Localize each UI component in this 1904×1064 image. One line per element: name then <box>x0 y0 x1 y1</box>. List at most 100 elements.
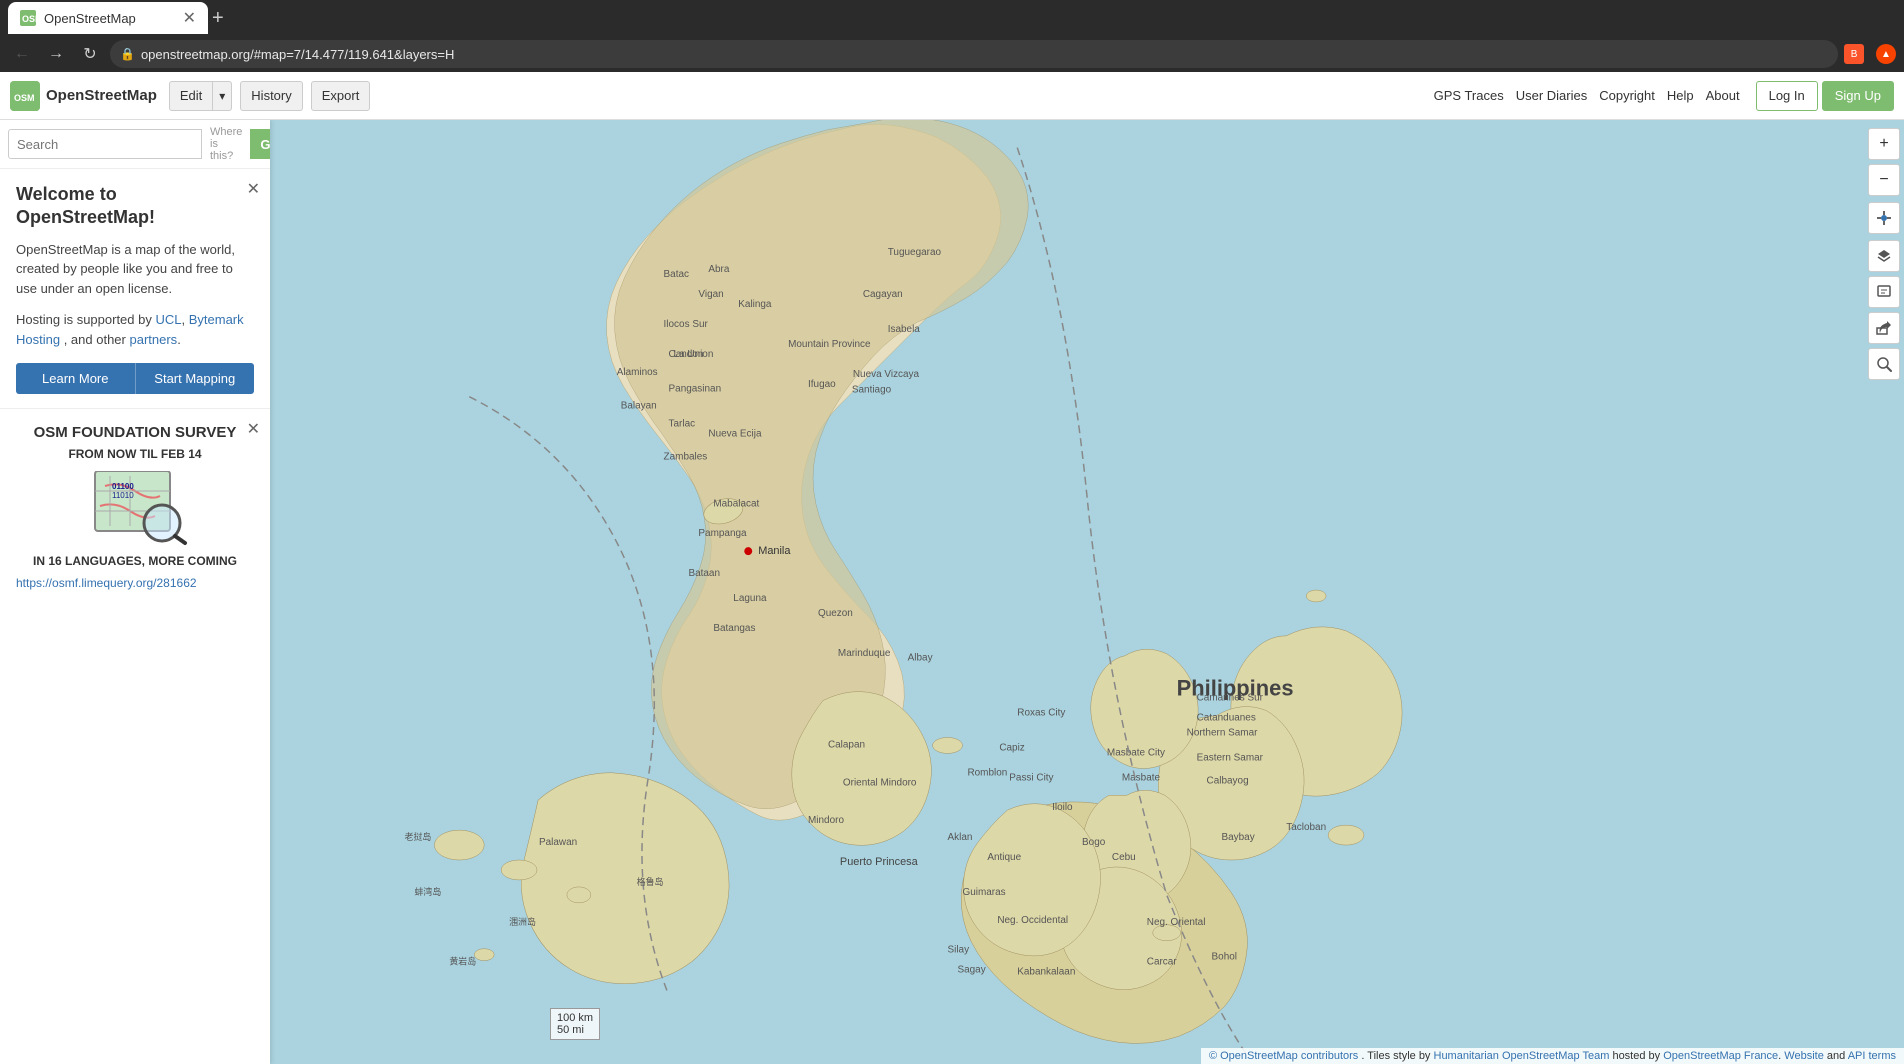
hosting-and: , and other <box>64 332 126 347</box>
svg-text:Sagay: Sagay <box>957 965 985 976</box>
export-button[interactable]: Export <box>311 81 371 111</box>
svg-text:Mabalacat: Mabalacat <box>713 498 759 509</box>
scale-bar: 100 km 50 mi <box>550 1008 600 1040</box>
panel-actions: Learn More Start Mapping <box>16 363 254 394</box>
copyright-link[interactable]: Copyright <box>1599 88 1655 103</box>
tab-favicon: OSM <box>20 10 36 26</box>
search-go-button[interactable]: Go <box>250 129 270 159</box>
survey-image: 01100 11010 <box>90 471 190 546</box>
history-button[interactable]: History <box>240 81 302 111</box>
query-button[interactable] <box>1868 348 1900 380</box>
map-svg: Philippines Manila Tuguegarao Cagayan Ab… <box>270 120 1904 1064</box>
reload-button[interactable]: ↻ <box>76 40 104 68</box>
svg-text:Marinduque: Marinduque <box>838 648 891 659</box>
svg-text:Zambales: Zambales <box>664 451 708 462</box>
forward-button[interactable]: → <box>42 40 70 68</box>
osm-france-link[interactable]: OpenStreetMap France <box>1663 1050 1778 1062</box>
svg-text:Ilocos Sur: Ilocos Sur <box>664 319 709 330</box>
survey-link[interactable]: https://osmf.limequery.org/281662 <box>16 576 254 590</box>
gps-traces-link[interactable]: GPS Traces <box>1434 88 1504 103</box>
svg-text:Camarines Sur: Camarines Sur <box>1197 693 1264 704</box>
brave-shield-icon[interactable]: B <box>1844 44 1864 64</box>
share-button[interactable] <box>1868 312 1900 344</box>
hosting-prefix: Hosting is supported by <box>16 312 152 327</box>
login-button[interactable]: Log In <box>1756 81 1818 111</box>
survey-date: FROM NOW TIL FEB 14 <box>16 447 254 461</box>
hot-link[interactable]: Humanitarian OpenStreetMap Team <box>1434 1050 1610 1062</box>
svg-text:Candon: Candon <box>669 349 704 360</box>
hosting-period: . <box>177 332 181 347</box>
osm-logo-icon: OSM <box>10 81 40 111</box>
zoom-out-button[interactable]: − <box>1868 164 1900 196</box>
new-tab-button[interactable]: + <box>212 7 224 30</box>
svg-text:Palawan: Palawan <box>539 837 577 848</box>
svg-text:Iloilo: Iloilo <box>1052 802 1073 813</box>
signup-button[interactable]: Sign Up <box>1822 81 1894 111</box>
edit-dropdown-button[interactable]: ▾ <box>213 81 232 111</box>
osm-contributors-link[interactable]: © OpenStreetMap contributors <box>1209 1050 1358 1062</box>
attribution-osm: © OpenStreetMap contributors . Tiles sty… <box>1209 1050 1896 1062</box>
survey-subtitle: IN 16 LANGUAGES, MORE COMING <box>16 554 254 568</box>
hosting-text: Hosting is supported by UCL, Bytemark Ho… <box>16 310 254 349</box>
search-where-text[interactable]: Where is this? <box>210 126 242 162</box>
back-button[interactable]: ← <box>8 40 36 68</box>
svg-text:Mountain Province: Mountain Province <box>788 339 871 350</box>
tab-bar: OSM OpenStreetMap ✕ + <box>0 0 1904 36</box>
svg-text:Roxas City: Roxas City <box>1017 708 1065 719</box>
zoom-in-button[interactable]: + <box>1868 128 1900 160</box>
header-nav: GPS Traces User Diaries Copyright Help A… <box>1434 88 1740 103</box>
about-link[interactable]: About <box>1706 88 1740 103</box>
website-link[interactable]: Website <box>1784 1050 1824 1062</box>
welcome-panel-close-button[interactable]: ✕ <box>247 179 260 199</box>
svg-text:Carcar: Carcar <box>1147 957 1178 968</box>
svg-text:格鲁岛: 格鲁岛 <box>637 876 664 887</box>
survey-panel-close-button[interactable]: ✕ <box>247 419 260 439</box>
svg-text:Alaminos: Alaminos <box>617 367 658 378</box>
welcome-title: Welcome to OpenStreetMap! <box>16 183 254 230</box>
lock-icon: 🔒 <box>120 47 135 61</box>
welcome-panel: ✕ Welcome to OpenStreetMap! OpenStreetMa… <box>0 169 270 409</box>
svg-text:Nueva Vizcaya: Nueva Vizcaya <box>853 369 920 380</box>
partners-link[interactable]: partners <box>129 332 177 347</box>
osm-logo[interactable]: OSM OpenStreetMap <box>10 81 157 111</box>
svg-text:Capiz: Capiz <box>999 742 1024 753</box>
share-icon <box>1876 320 1892 336</box>
svg-text:Mindoro: Mindoro <box>808 815 844 826</box>
svg-text:Vigan: Vigan <box>698 289 723 300</box>
svg-text:Neg. Oriental: Neg. Oriental <box>1147 917 1206 928</box>
search-input[interactable] <box>8 129 202 159</box>
address-bar[interactable]: 🔒 openstreetmap.org/#map=7/14.477/119.64… <box>110 40 1838 68</box>
notes-icon <box>1876 284 1892 300</box>
svg-text:Laguna: Laguna <box>733 593 767 604</box>
svg-text:Guimaras: Guimaras <box>962 887 1005 898</box>
start-mapping-button[interactable]: Start Mapping <box>135 363 255 394</box>
survey-title: OSM FOUNDATION SURVEY <box>16 423 254 443</box>
svg-text:OSM: OSM <box>14 93 35 103</box>
learn-more-button[interactable]: Learn More <box>16 363 135 394</box>
osm-logo-text: OpenStreetMap <box>46 87 157 104</box>
svg-text:Romblon: Romblon <box>967 767 1007 778</box>
map-attribution: © OpenStreetMap contributors . Tiles sty… <box>1201 1048 1904 1064</box>
osm-header: OSM OpenStreetMap Edit ▾ History Export … <box>0 72 1904 120</box>
notes-button[interactable] <box>1868 276 1900 308</box>
tab-title: OpenStreetMap <box>44 11 175 26</box>
svg-text:Pampanga: Pampanga <box>698 528 747 539</box>
geolocate-button[interactable] <box>1868 202 1900 234</box>
user-diaries-link[interactable]: User Diaries <box>1516 88 1588 103</box>
layers-button[interactable] <box>1868 240 1900 272</box>
url-text: openstreetmap.org/#map=7/14.477/119.641&… <box>141 47 1828 62</box>
svg-text:黄岩岛: 黄岩岛 <box>449 956 476 967</box>
scale-km: 100 km <box>557 1012 593 1024</box>
layers-icon <box>1876 248 1892 264</box>
svg-text:Santiago: Santiago <box>852 385 892 396</box>
brave-rewards-icon[interactable]: ▲ <box>1876 44 1896 64</box>
svg-text:01100: 01100 <box>112 482 134 491</box>
svg-text:Calbayog: Calbayog <box>1207 775 1249 786</box>
active-tab[interactable]: OSM OpenStreetMap ✕ <box>8 2 208 34</box>
map-container[interactable]: Philippines Manila Tuguegarao Cagayan Ab… <box>270 120 1904 1064</box>
query-icon <box>1876 356 1892 372</box>
tab-close-button[interactable]: ✕ <box>183 8 196 28</box>
ucl-link[interactable]: UCL <box>155 312 181 327</box>
edit-button[interactable]: Edit <box>169 81 213 111</box>
help-link[interactable]: Help <box>1667 88 1694 103</box>
